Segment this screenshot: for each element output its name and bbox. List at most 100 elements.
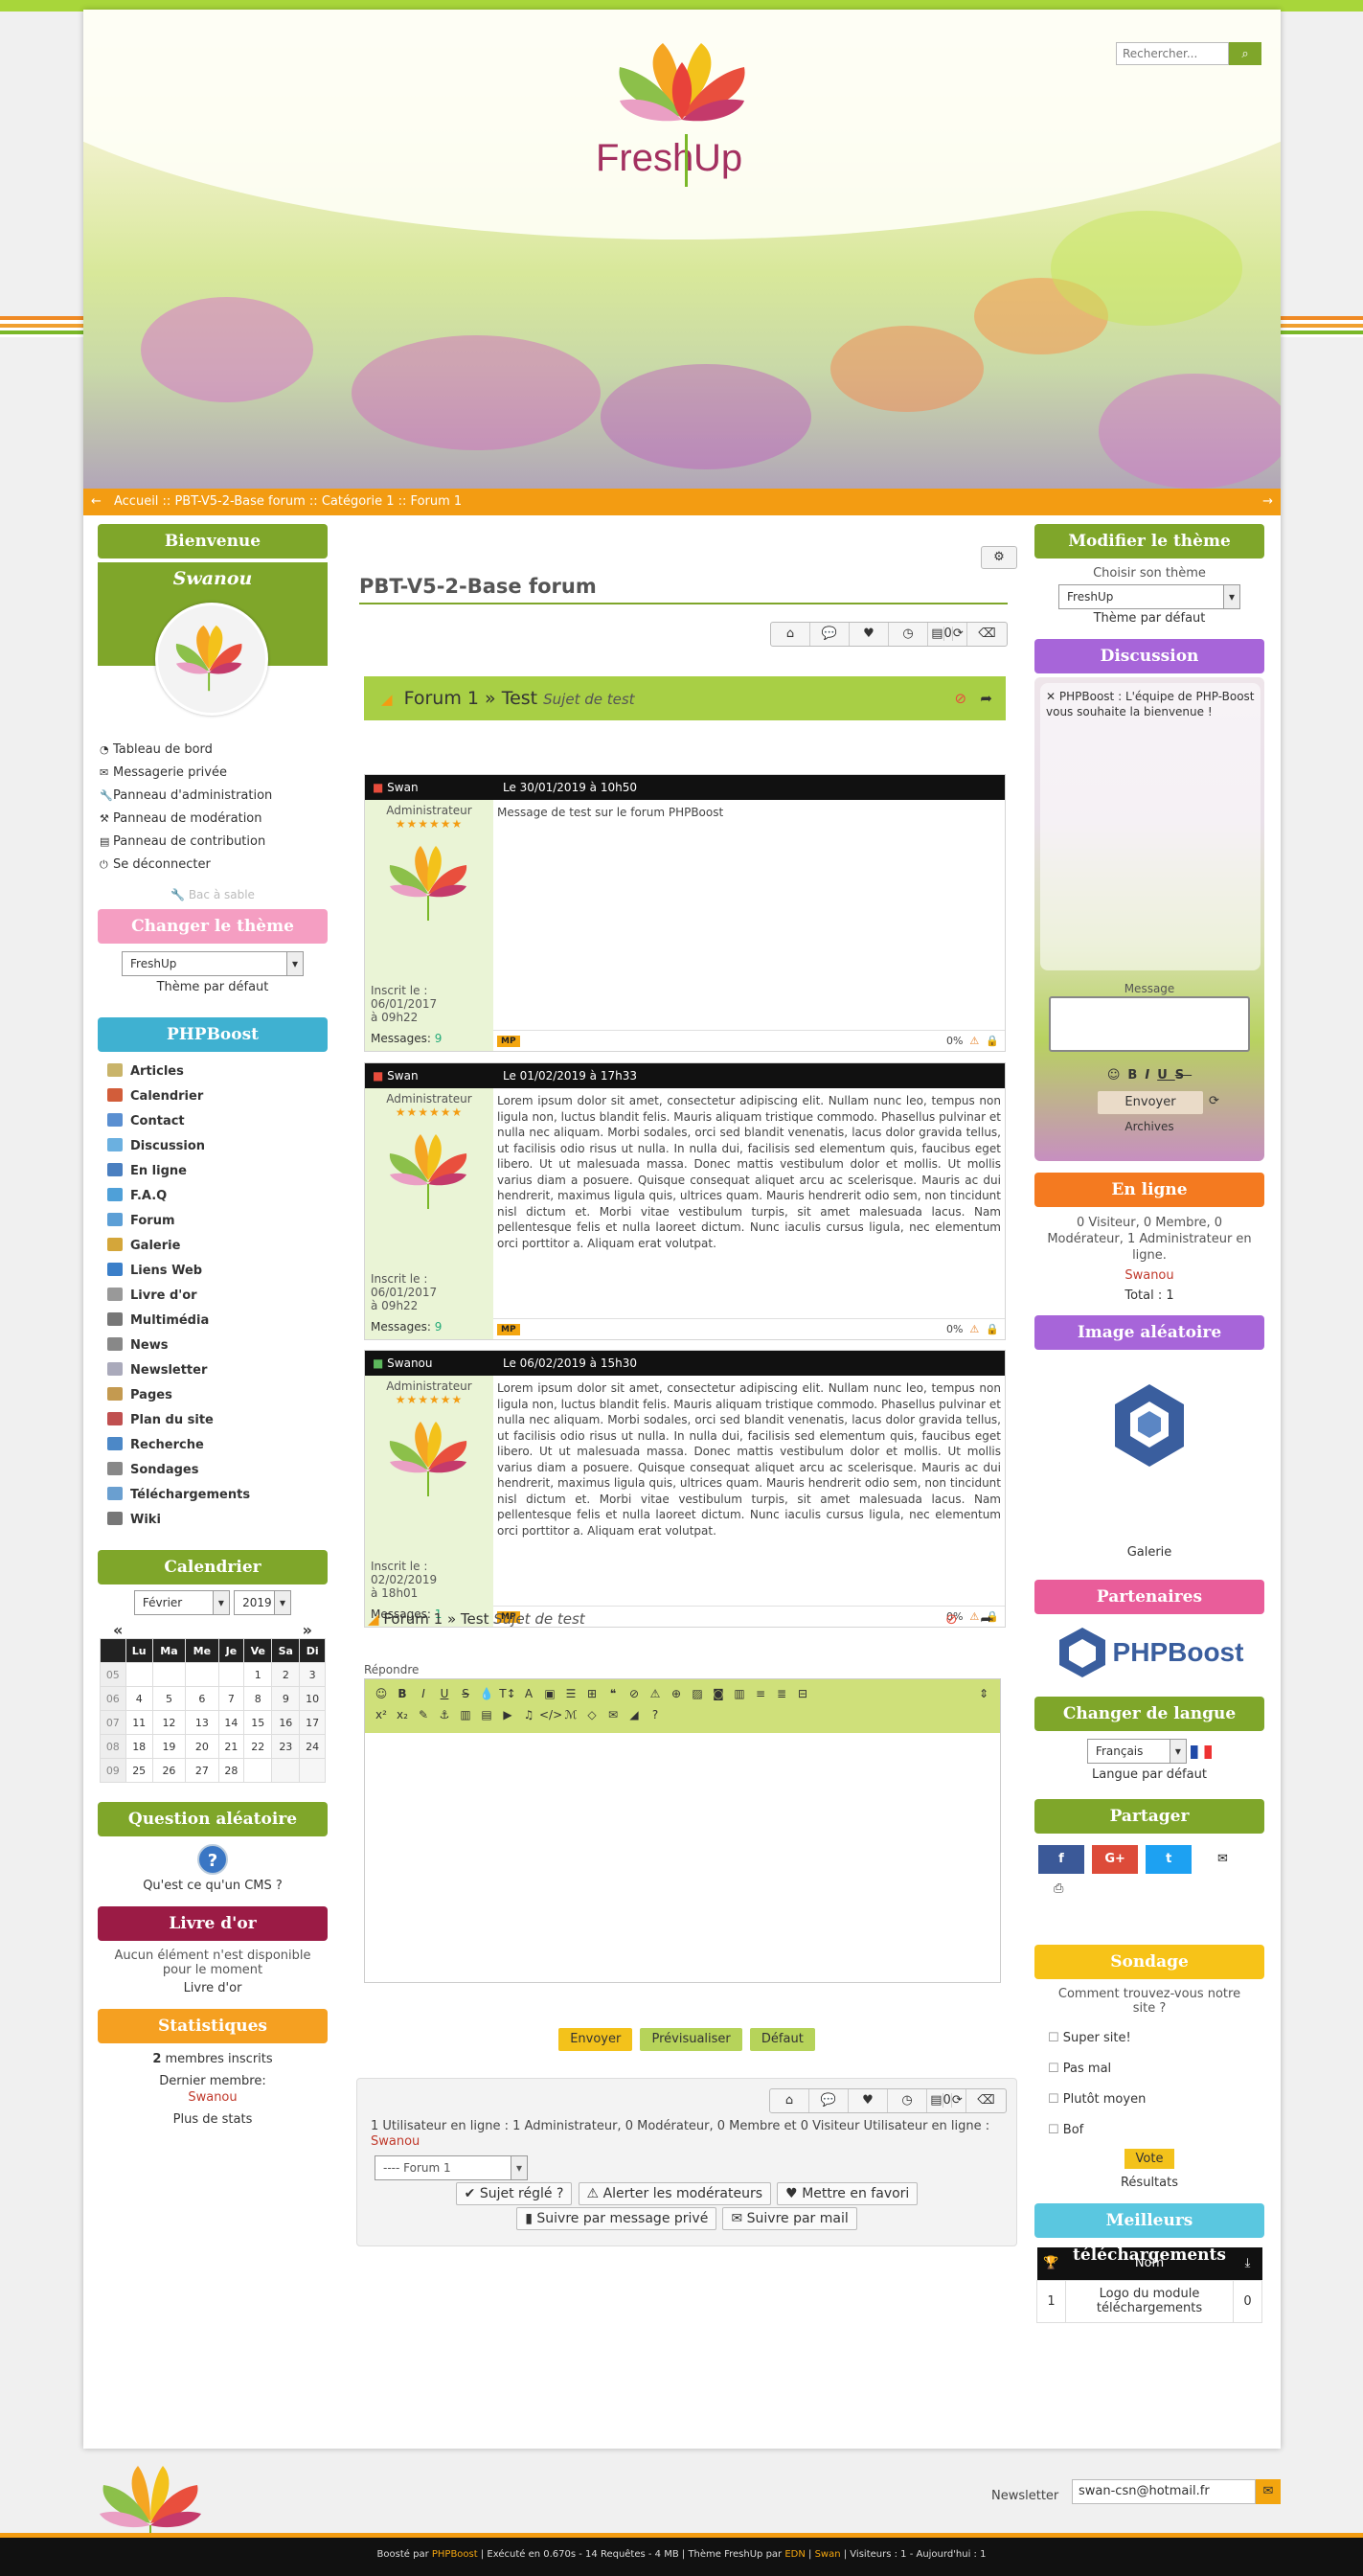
rss-icon[interactable]: ◢ xyxy=(381,691,393,708)
calendar-day[interactable] xyxy=(243,1758,273,1783)
online-user[interactable]: Swanou xyxy=(371,2134,420,2149)
calendar-day[interactable]: 22 xyxy=(243,1734,273,1759)
month-select[interactable]: Février xyxy=(133,1590,230,1615)
calendar-prev[interactable]: « xyxy=(113,1621,123,1639)
calendar-day[interactable] xyxy=(185,1662,219,1687)
dashboard-link[interactable]: ◔ Tableau de bord xyxy=(100,739,328,762)
menu-item-sitemap[interactable]: Plan du site xyxy=(107,1408,328,1433)
smiley-icon[interactable]: ☺ xyxy=(1107,1068,1128,1083)
post-date[interactable]: Le 30/01/2019 à 10h50 xyxy=(503,781,637,794)
calendar-next[interactable]: » xyxy=(303,1621,312,1639)
random-image[interactable] xyxy=(1111,1382,1188,1469)
poll-option[interactable]: ☐ Bof xyxy=(1038,2115,1261,2146)
messages-link[interactable]: ✉ Messagerie privée xyxy=(100,762,328,785)
follow-pm-button[interactable]: ▮ Suivre par message privé xyxy=(516,2207,717,2230)
code-icon[interactable]: </> xyxy=(539,1704,562,1725)
reply-textarea[interactable] xyxy=(365,1733,1000,1982)
menu-item-newsletter[interactable]: Newsletter xyxy=(107,1358,328,1383)
follow-mail-button[interactable]: ✉ Suivre par mail xyxy=(722,2207,857,2230)
lock-icon[interactable]: 🔒 xyxy=(986,1323,999,1335)
home-icon[interactable]: ⌂ xyxy=(771,623,810,646)
download-name[interactable]: Logo du module téléchargements xyxy=(1065,2279,1234,2323)
lock-icon[interactable]: 🔒 xyxy=(986,1035,999,1047)
calendar-day[interactable]: 27 xyxy=(185,1758,219,1783)
mail-icon[interactable]: ✉ xyxy=(602,1704,624,1725)
facebook-share-button[interactable]: f xyxy=(1038,1845,1084,1874)
italic-icon[interactable]: I xyxy=(413,1683,434,1704)
brush-icon[interactable]: ✎ xyxy=(413,1704,434,1725)
calendar-day[interactable]: 26 xyxy=(151,1758,187,1783)
checkbox-icon[interactable]: ☐ xyxy=(1048,2092,1063,2107)
math-icon[interactable]: ℳ xyxy=(560,1704,581,1725)
googleplus-share-button[interactable]: G+ xyxy=(1092,1845,1139,1874)
admin-link[interactable]: 🔧Panneau d'administration xyxy=(100,785,328,808)
camera-icon[interactable]: ◙ xyxy=(708,1683,729,1704)
newsletter-input[interactable]: swan-csn@hotmail.fr xyxy=(1072,2479,1256,2504)
expand-icon[interactable]: ⇕ xyxy=(973,1683,994,1704)
calendar-day[interactable]: 12 xyxy=(151,1710,187,1735)
calendar-day[interactable]: 16 xyxy=(271,1710,301,1735)
feed-icon[interactable]: ◢ xyxy=(624,1704,645,1725)
block-icon[interactable]: ▣ xyxy=(539,1683,560,1704)
subscript-icon[interactable]: x₂ xyxy=(392,1704,413,1725)
image-icon[interactable]: ▨ xyxy=(687,1683,708,1704)
close-icon[interactable]: ✕ xyxy=(1046,690,1056,703)
twitter-share-button[interactable]: t xyxy=(1146,1845,1193,1874)
avatar[interactable] xyxy=(155,603,268,716)
italic-icon[interactable]: I xyxy=(1145,1068,1157,1083)
share-icon[interactable]: ➦ xyxy=(980,690,992,707)
calendar-day[interactable]: 4 xyxy=(125,1686,153,1711)
calendar-day[interactable]: 17 xyxy=(299,1710,326,1735)
calendar-day[interactable]: 23 xyxy=(271,1734,301,1759)
warning-icon[interactable]: ⚠ xyxy=(969,1323,979,1335)
calendar-day[interactable]: 24 xyxy=(299,1734,326,1759)
calendar-day[interactable]: 8 xyxy=(243,1686,273,1711)
menu-item-downloads[interactable]: Téléchargements xyxy=(107,1483,328,1508)
checkbox-icon[interactable]: ☐ xyxy=(1048,2123,1063,2137)
menu-item-news[interactable]: News xyxy=(107,1334,328,1358)
calendar-day[interactable]: 20 xyxy=(185,1734,219,1759)
hide-icon[interactable]: ⊘ xyxy=(624,1683,645,1704)
post-date[interactable]: Le 01/02/2019 à 17h33 xyxy=(503,1069,637,1083)
preview-button[interactable]: Prévisualiser xyxy=(640,2028,742,2051)
table-icon[interactable]: ⊞ xyxy=(581,1683,602,1704)
calendar-day[interactable]: 2 xyxy=(271,1662,301,1687)
search-button[interactable]: ⌕ xyxy=(1229,42,1261,65)
table-row[interactable]: 1 Logo du module téléchargements 0 xyxy=(1036,2279,1262,2323)
edn-link[interactable]: EDN xyxy=(784,2549,806,2560)
menu-item-polls[interactable]: Sondages xyxy=(107,1458,328,1483)
heart-icon[interactable]: ♥ xyxy=(849,2089,888,2112)
print-icon[interactable]: ⎙ xyxy=(1054,1881,1063,1896)
post-author[interactable]: Swan xyxy=(387,781,418,794)
menu-item-forum[interactable]: Forum xyxy=(107,1209,328,1234)
calendar-day[interactable]: 28 xyxy=(217,1758,245,1783)
forum-link[interactable]: Forum 1 xyxy=(404,688,479,709)
post-date[interactable]: Le 06/02/2019 à 15h30 xyxy=(503,1356,637,1370)
online-user-right[interactable]: Swanou xyxy=(1038,1267,1261,1284)
anchor-icon[interactable]: ⚓ xyxy=(434,1704,455,1725)
superscript-icon[interactable]: x² xyxy=(371,1704,392,1725)
film-icon[interactable]: ▤ xyxy=(476,1704,497,1725)
unread-count[interactable]: ▤0⟳ xyxy=(927,2089,966,2112)
calendar-day[interactable]: 10 xyxy=(299,1686,326,1711)
warning-icon[interactable]: ⚠ xyxy=(969,1035,979,1047)
html-icon[interactable]: ◇ xyxy=(581,1704,602,1725)
rss-icon[interactable]: ◢ xyxy=(368,1610,379,1628)
eraser-icon[interactable]: ⌫ xyxy=(966,2089,1006,2112)
calendar-day[interactable] xyxy=(299,1758,326,1783)
comment-icon[interactable]: 💬 xyxy=(809,2089,849,2112)
arrow-right-icon[interactable]: → xyxy=(1262,489,1273,515)
color-icon[interactable]: 💧 xyxy=(476,1683,497,1704)
calendar-day[interactable]: 3 xyxy=(299,1662,326,1687)
poll-option[interactable]: ☐ Plutôt moyen xyxy=(1038,2085,1261,2115)
menu-item-online[interactable]: En ligne xyxy=(107,1159,328,1184)
guestbook-link[interactable]: Livre d'or xyxy=(102,1981,324,1995)
quote-icon[interactable]: ❝ xyxy=(602,1683,624,1704)
post-avatar[interactable] xyxy=(371,1410,486,1498)
underline-icon[interactable]: U xyxy=(434,1683,455,1704)
checkbox-icon[interactable]: ☐ xyxy=(1048,2062,1063,2076)
forum-link[interactable]: Forum 1 xyxy=(383,1610,443,1628)
email-share-button[interactable]: ✉ xyxy=(1199,1845,1245,1874)
calendar-day[interactable]: 14 xyxy=(217,1710,245,1735)
clock-icon[interactable]: ◷ xyxy=(889,623,928,646)
